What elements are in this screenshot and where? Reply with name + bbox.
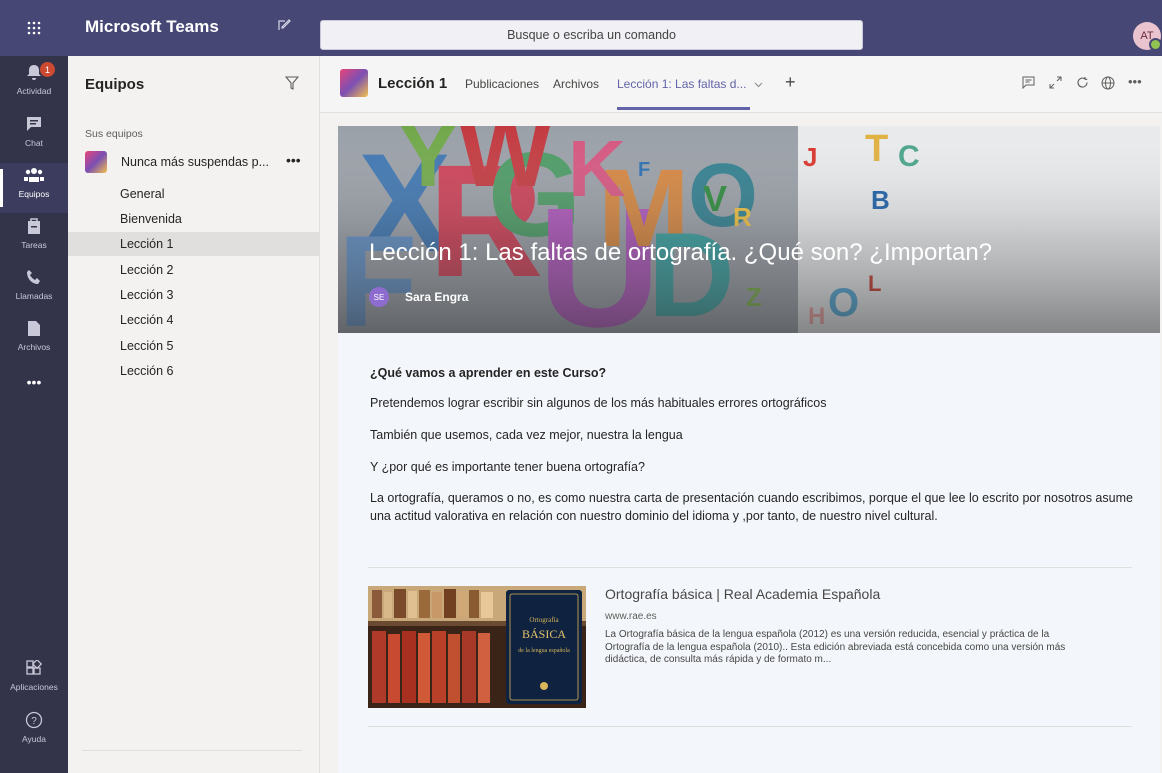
channel-label: Bienvenida (120, 212, 182, 226)
paragraph: También que usemos, cada vez mejor, nues… (370, 428, 683, 442)
compose-icon[interactable] (277, 18, 291, 36)
files-icon (27, 316, 41, 340)
section-heading: ¿Qué vamos a aprender en este Curso? (370, 366, 607, 380)
channel-item-leccion-1[interactable]: Lección 1 (68, 232, 319, 256)
divider (368, 567, 1132, 568)
app-title: Microsoft Teams (85, 17, 219, 36)
presence-available-icon (1149, 38, 1162, 51)
channel-label: Lección 5 (120, 339, 174, 353)
app-launcher-icon[interactable] (0, 0, 68, 56)
paragraph: La ortografía, queramos o no, es como nu… (370, 491, 1133, 523)
rail-label: Ayuda (22, 734, 46, 744)
team-name: Nunca más suspendas p... (121, 155, 269, 169)
tab-label: Lección 1: Las faltas d... (617, 77, 747, 91)
link-card-image[interactable]: Ortografía BÁSICA de la lengua española (368, 586, 586, 708)
chevron-down-icon[interactable] (754, 77, 763, 91)
author-avatar: SE (369, 287, 389, 307)
more-options-icon[interactable]: ••• (1128, 74, 1142, 89)
channel-label: General (120, 187, 165, 201)
rail-label: Aplicaciones (10, 682, 58, 692)
rail-item-activity[interactable]: 1 Actividad (0, 60, 68, 110)
channel-item-leccion-5[interactable]: Lección 5 (68, 334, 319, 358)
rail-label: Chat (25, 138, 43, 148)
app-rail: 1 Actividad Chat Equipos Tareas Llamadas… (0, 56, 68, 773)
channel-label: Lección 3 (120, 288, 174, 302)
rail-label: Equipos (18, 189, 50, 199)
hero-banner: X R G U F M D W Y O K V J T C B (338, 126, 1160, 333)
book-title-line3: de la lengua española (518, 648, 570, 654)
wiki-page: X R G U F M D W Y O K V J T C B (338, 126, 1160, 773)
channel-header: Lección 1 Publicaciones Archivos Lección… (320, 56, 1162, 113)
link-card-title[interactable]: Ortografía básica | Real Academia Españo… (605, 586, 880, 602)
channel-label: Lección 4 (120, 313, 174, 327)
active-tab-indicator (617, 107, 750, 110)
activity-badge: 1 (40, 62, 55, 77)
assignments-icon (26, 214, 42, 238)
help-icon: ? (25, 708, 43, 732)
refresh-icon[interactable] (1076, 76, 1089, 92)
team-item[interactable]: Nunca más suspendas p... ••• (68, 149, 319, 175)
link-card-url[interactable]: www.rae.es (605, 611, 657, 622)
section-label: Sus equipos (85, 128, 143, 140)
rail-item-help[interactable]: ? Ayuda (0, 708, 68, 758)
paragraph: Y ¿por qué es importante tener buena ort… (370, 460, 645, 474)
link-card-description: La Ortografía básica de la lengua españo… (605, 629, 1066, 665)
channel-item-general[interactable]: General (68, 182, 319, 206)
rail-label: Tareas (21, 240, 47, 250)
channel-avatar (340, 69, 368, 97)
svg-text:?: ? (31, 716, 37, 727)
filter-icon[interactable] (284, 76, 300, 95)
channel-item-bienvenida[interactable]: Bienvenida (68, 207, 319, 231)
teams-icon (24, 163, 44, 187)
channel-label: Lección 1 (120, 237, 174, 251)
channel-item-leccion-4[interactable]: Lección 4 (68, 308, 319, 332)
search-input[interactable]: Busque o escriba un comando (320, 20, 863, 50)
conversation-icon[interactable] (1022, 76, 1035, 92)
rail-label: Actividad (16, 86, 52, 96)
tab-publicaciones[interactable]: Publicaciones (465, 77, 539, 91)
rail-item-teams[interactable]: Equipos (0, 163, 68, 213)
phone-icon (26, 265, 42, 289)
channel-item-leccion-3[interactable]: Lección 3 (68, 283, 319, 307)
channel-label: Lección 2 (120, 263, 174, 277)
teams-panel-title: Equipos (85, 76, 145, 93)
globe-icon[interactable] (1101, 76, 1115, 93)
more-apps-icon[interactable]: ••• (0, 374, 68, 398)
expand-icon[interactable] (1049, 76, 1062, 92)
apps-icon (26, 656, 42, 680)
teams-panel-divider (82, 750, 302, 751)
team-avatar (85, 151, 107, 173)
more-apps-label: ••• (26, 374, 42, 390)
rail-label: Archivos (17, 342, 51, 352)
paragraph: Pretendemos lograr escribir sin algunos … (370, 396, 827, 410)
rail-item-apps[interactable]: Aplicaciones (0, 656, 68, 706)
rail-label: Llamadas (15, 291, 53, 301)
page-title: Lección 1: Las faltas de ortografía. ¿Qu… (369, 239, 993, 266)
channel-item-leccion-6[interactable]: Lección 6 (68, 359, 319, 383)
team-more-options-icon[interactable]: ••• (286, 152, 301, 168)
author-name: Sara Engra (405, 290, 469, 304)
chat-icon (26, 112, 42, 136)
search-placeholder: Busque o escriba un comando (507, 28, 676, 42)
add-tab-button[interactable]: + (785, 72, 796, 93)
top-bar: Microsoft Teams Busque o escriba un coma… (0, 0, 1162, 56)
channel-label: Lección 6 (120, 364, 174, 378)
book-image: Ortografía BÁSICA de la lengua española (368, 586, 586, 708)
tab-leccion-1[interactable]: Lección 1: Las faltas d... (617, 77, 763, 91)
channel-title: Lección 1 (378, 75, 448, 92)
main-pane: Lección 1 Publicaciones Archivos Lección… (320, 56, 1162, 773)
rail-item-assignments[interactable]: Tareas (0, 214, 68, 264)
tab-archivos[interactable]: Archivos (553, 77, 599, 91)
book-title-line2: BÁSICA (522, 627, 566, 641)
rail-item-files[interactable]: Archivos (0, 316, 68, 366)
divider (368, 726, 1132, 727)
rail-item-calls[interactable]: Llamadas (0, 265, 68, 315)
book-title-line1: Ortografía (529, 616, 559, 624)
channel-item-leccion-2[interactable]: Lección 2 (68, 258, 319, 282)
user-avatar[interactable]: AT (1133, 22, 1162, 51)
rail-item-chat[interactable]: Chat (0, 112, 68, 162)
teams-panel: Equipos Sus equipos Nunca más suspendas … (68, 56, 320, 773)
